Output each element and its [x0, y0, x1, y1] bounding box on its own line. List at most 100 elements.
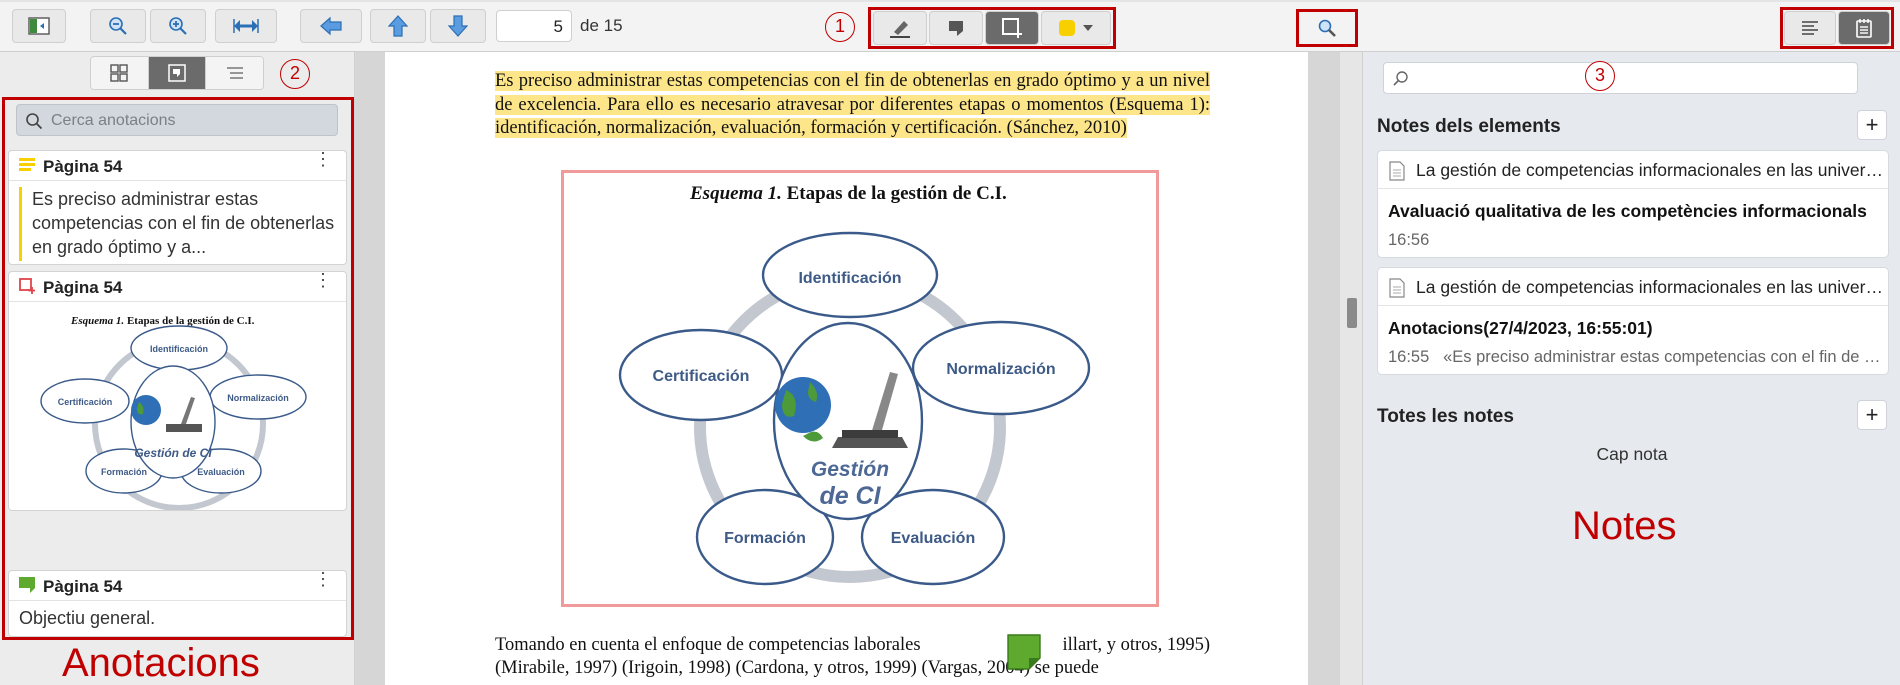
paragraph-highlighted[interactable]: Es preciso administrar estas competencia…: [495, 70, 1210, 141]
notes-search-input[interactable]: [1383, 62, 1858, 94]
toggle-sidebar-button[interactable]: [12, 9, 66, 43]
note-card[interactable]: La gestión de competencias informacional…: [1377, 267, 1889, 375]
add-standalone-note-button[interactable]: +: [1857, 400, 1887, 430]
center-label-line2: de CI: [819, 482, 881, 510]
chevron-down-icon: [1083, 25, 1093, 31]
node-label-evaluacion: Evaluación: [891, 530, 975, 547]
image-area-icon: [1002, 18, 1022, 38]
center-label-line1: Gestión: [811, 458, 889, 481]
highlight-tool-button[interactable]: [873, 11, 927, 45]
callout-2: 2: [280, 59, 310, 89]
paragraph-text-part: illart, y otros, 1995): [1062, 635, 1210, 655]
fit-width-button[interactable]: [215, 9, 277, 43]
note-parent: La gestión de competencias informacional…: [1378, 268, 1888, 306]
annotation-page-label: Pàgina 54: [43, 157, 123, 176]
search-placeholder: Cerca anotacions: [51, 112, 176, 129]
paragraph-line: Tomando en cuenta el enfoque de competen…: [495, 634, 1210, 657]
note-card[interactable]: La gestión de competencias informacional…: [1377, 150, 1889, 258]
thumbnails-icon: [110, 64, 129, 82]
scrollbar-thumb[interactable]: [1347, 298, 1357, 328]
annotation-page-label: Pàgina 54: [43, 278, 123, 297]
thumb-node-normalizacion: Normalización: [227, 393, 289, 403]
annotations-view-button[interactable]: [148, 57, 207, 89]
thumbnail-title-italic: Esquema 1.: [70, 315, 124, 327]
annotation-comment: Objectiu general.: [19, 608, 156, 628]
thumb-node-certificacion: Certificación: [58, 397, 113, 407]
cycle-diagram: Identificación Normalización Evaluación …: [618, 231, 1091, 586]
sticky-note-marker-icon[interactable]: [1007, 634, 1041, 670]
document-icon: [1389, 278, 1405, 298]
toolbar: 5 de 15 1: [0, 0, 1900, 52]
node-label-identificacion: Identificación: [798, 270, 901, 287]
next-page-button[interactable]: [430, 9, 486, 43]
arrow-up-icon: [388, 15, 408, 37]
notes-pane-toggle-button[interactable]: [1838, 11, 1890, 45]
annotation-search-input[interactable]: Cerca anotacions: [16, 104, 338, 136]
callout-label-notes: Notes: [1572, 504, 1677, 548]
find-button[interactable]: [1300, 13, 1354, 43]
image-area-tool-button[interactable]: [985, 11, 1039, 45]
more-options-icon[interactable]: ⋮: [314, 570, 332, 588]
highlighted-text[interactable]: Es preciso administrar estas competencia…: [495, 71, 1210, 138]
item-notes-title: Notes dels elements: [1377, 116, 1561, 137]
page-total-label: de 15: [580, 16, 623, 35]
image-area-icon: [19, 278, 35, 294]
zoom-out-button[interactable]: [90, 9, 146, 43]
highlighter-icon: [890, 21, 910, 38]
note-tool-button[interactable]: [929, 11, 983, 45]
node-label-normalizacion: Normalización: [946, 361, 1055, 378]
annotation-header: Pàgina 54 ⋮: [9, 150, 346, 181]
note-title: Avaluació qualitativa de les competèncie…: [1388, 201, 1867, 221]
annotation-card-highlight[interactable]: Pàgina 54 ⋮ Es preciso administrar estas…: [8, 150, 347, 265]
more-options-icon[interactable]: ⋮: [314, 150, 332, 168]
toolbar-top-line: [0, 0, 1900, 2]
zoom-out-icon: [109, 17, 127, 35]
note-parent: La gestión de competencias informacional…: [1378, 151, 1888, 189]
sticky-note-icon: [949, 21, 963, 36]
zoom-in-button[interactable]: [150, 9, 206, 43]
page-number-input[interactable]: 5: [496, 10, 572, 42]
notes-pane: 3 Notes dels elements + La gestión de co…: [1362, 52, 1900, 685]
color-picker-button[interactable]: [1041, 11, 1111, 45]
annotation-header: Pàgina 54 ⋮: [9, 570, 346, 601]
thumb-node-evaluacion: Evaluación: [197, 467, 245, 477]
figure-caption-text: Etapas de la gestión de C.I.: [781, 183, 1007, 204]
document-icon: [1389, 161, 1405, 181]
document-scrollbar[interactable]: [1340, 52, 1362, 685]
figure-caption: Esquema 1. Etapas de la gestión de C.I.: [690, 183, 1007, 205]
thumb-node-identificacion: Identificación: [150, 344, 208, 354]
note-excerpt: «Es preciso administrar estas competenci…: [1443, 348, 1882, 366]
more-options-icon[interactable]: ⋮: [314, 271, 332, 289]
context-pane-toggle-button[interactable]: [1784, 11, 1836, 45]
note-timestamp: 16:56: [1388, 231, 1430, 249]
annotations-sidebar: 2 Cerca anotacions Pàgina 54 ⋮ Es precis…: [0, 52, 355, 685]
svg-text:Esquema 1. Etapas de la gestió: Esquema 1. Etapas de la gestión de C.I.: [70, 315, 255, 327]
annotation-card-note[interactable]: Pàgina 54 ⋮ Objectiu general.: [8, 570, 347, 637]
back-button[interactable]: [300, 9, 362, 43]
sidebar-toggle-icon: [28, 17, 50, 35]
add-item-note-button[interactable]: +: [1857, 110, 1887, 140]
paragraph-text-part: Tomando en cuenta el enfoque de competen…: [495, 635, 921, 655]
note-parent-title: La gestión de competencias informacional…: [1416, 277, 1884, 297]
annotation-card-image[interactable]: Pàgina 54 ⋮ Esquema 1. Etapas de la gest…: [8, 271, 347, 511]
note-timestamp: 16:55: [1388, 348, 1430, 366]
arrow-down-icon: [448, 15, 468, 37]
figure-caption-number: Esquema 1.: [690, 183, 782, 204]
node-label-formacion: Formación: [724, 530, 806, 547]
text-lines-icon: [1802, 21, 1818, 35]
highlight-icon: [19, 158, 35, 171]
outline-list-icon: [226, 67, 243, 79]
arrow-left-icon: [320, 16, 342, 36]
annotation-page-label: Pàgina 54: [43, 577, 123, 596]
annotation-text: Es preciso administrar estas competencia…: [19, 187, 336, 261]
callout-3: 3: [1585, 61, 1615, 91]
sidebar-view-switcher: [90, 56, 264, 90]
note-timestamp-excerpt: 16:55 «Es preciso administrar estas comp…: [1388, 348, 1882, 367]
notes-icon: [1856, 19, 1872, 38]
thumbnails-view-button[interactable]: [91, 57, 149, 89]
outline-view-button[interactable]: [206, 57, 263, 89]
search-icon: [1393, 71, 1408, 86]
thumb-center-label: Gestión de CI: [134, 446, 212, 460]
paragraph-line: (Mirabile, 1997) (Irigoin, 1998) (Cardon…: [495, 658, 1099, 678]
previous-page-button[interactable]: [370, 9, 426, 43]
